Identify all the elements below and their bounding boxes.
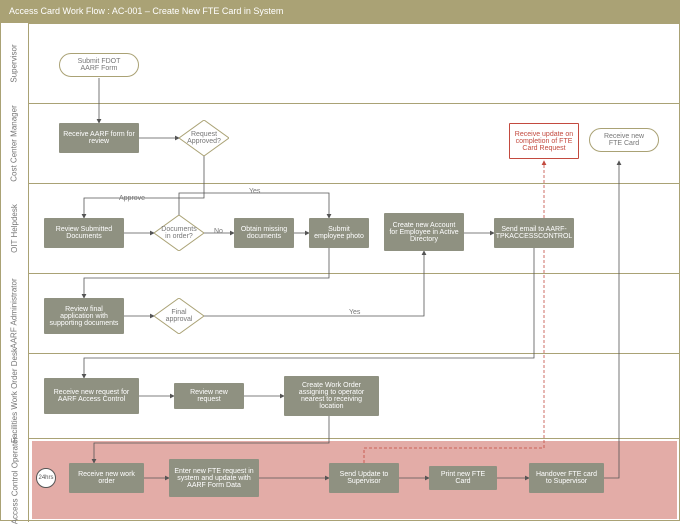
node-aco-receive: Receive new work order	[69, 463, 144, 493]
node-oit-review: Review Submitted Documents	[44, 218, 124, 248]
decision-final: Final approval	[154, 298, 204, 334]
lane-labels: Supervisor Cost Center Manager OIT Helpd…	[1, 23, 29, 522]
node-aco-enter: Enter new FTE request in system and upda…	[169, 459, 259, 497]
start-node: Submit FDOT AARF Form	[59, 53, 139, 77]
decision-approved: Request Approved?	[179, 120, 229, 156]
lane-label-oit: OIT Helpdesk	[10, 204, 19, 253]
end-receive-card: Receive new FTE Card	[589, 128, 659, 152]
lane-label-fac: Facilities Work Order Desk	[10, 348, 19, 443]
node-fac-wo: Create Work Order assigning to operator …	[284, 376, 379, 416]
lane-label-ccm: Cost Center Manager	[10, 105, 19, 181]
label-approve: Approve	[119, 195, 145, 202]
lane-label-aarf: AARF Administrator	[10, 278, 19, 348]
diagram-title: Access Card Work Flow : AC-001 – Create …	[1, 1, 680, 23]
end-update: Receive update on completion of FTE Card…	[509, 123, 579, 159]
node-aco-send: Send Update to Supervisor	[329, 463, 399, 493]
node-aarf-review: Review final application with supporting…	[44, 298, 124, 334]
node-oit-ad: Create new Account for Employee in Activ…	[384, 213, 464, 251]
node-ccm-receive: Receive AARF form for review	[59, 123, 139, 153]
node-oit-obtain: Obtain missing documents	[234, 218, 294, 248]
node-fac-receive: Receive new request for AARF Access Cont…	[44, 378, 139, 414]
node-oit-email: Send email to AARF-TPKACCESSCONTROL	[494, 218, 574, 248]
node-oit-photo: Submit employee photo	[309, 218, 369, 248]
label-yes1: Yes	[249, 188, 260, 195]
node-aco-handover: Handover FTE card to Supervisor	[529, 463, 604, 493]
node-aco-print: Print new FTE Card	[429, 466, 497, 490]
node-fac-review: Review new request	[174, 383, 244, 409]
label-yes2: Yes	[349, 309, 360, 316]
label-no: No	[214, 228, 223, 235]
decision-docs: Documents in order?	[154, 215, 204, 251]
lane-label-aco: Access Control Operator	[10, 436, 19, 524]
swimlane-diagram: Access Card Work Flow : AC-001 – Create …	[0, 0, 680, 521]
lane-area: Submit FDOT AARF Form Receive AARF form …	[29, 23, 680, 522]
timer-icon: 24hrs	[36, 468, 56, 488]
lane-label-supervisor: Supervisor	[10, 44, 19, 82]
